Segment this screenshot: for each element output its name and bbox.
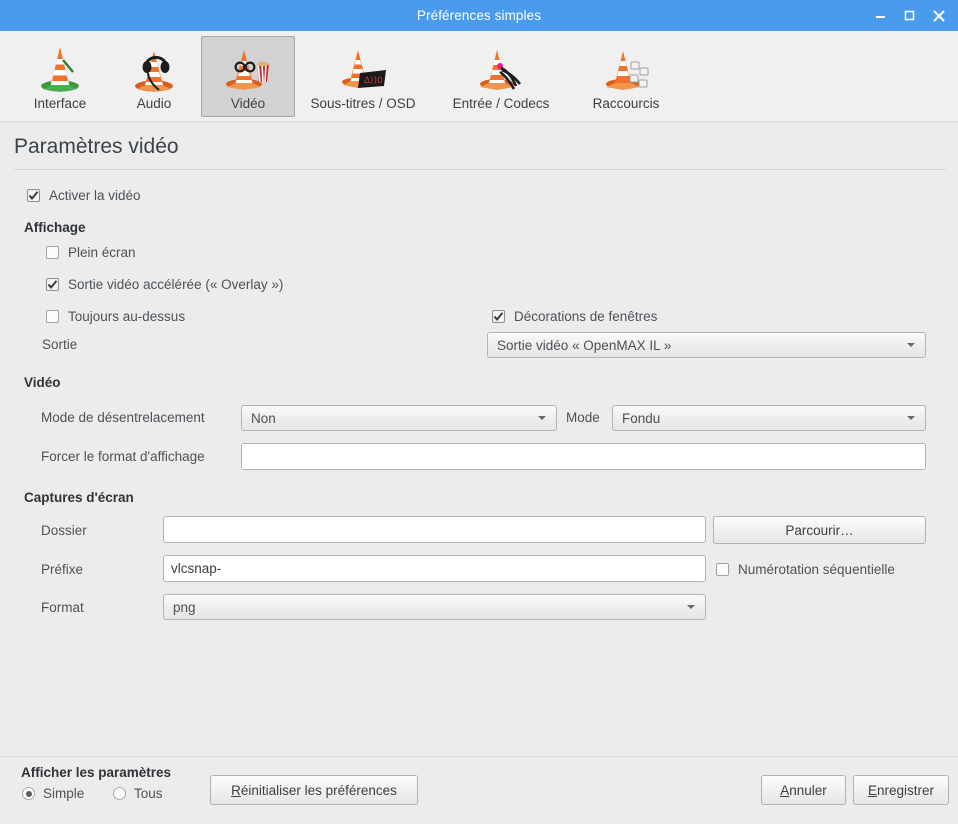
tab-label: Raccourcis [592,96,660,111]
settings-mode-simple-radio[interactable]: Simple [22,786,84,801]
vlc-cone-hotkeys-icon [597,42,655,94]
minimize-icon[interactable] [874,9,887,22]
all-label: Tous [134,786,163,801]
cancel-button[interactable]: Annuler [761,775,846,805]
tab-subtitles-osd[interactable]: ∆))0 Sous-titres / OSD [295,36,431,117]
tab-label: Interface [33,96,87,111]
vlc-cone-codecs-icon [472,42,530,94]
simple-label: Simple [43,786,85,801]
format-label: Format [41,600,84,615]
svg-text:∆))0: ∆))0 [363,76,383,86]
tab-label: Audio [136,96,172,111]
output-label: Sortie [42,337,78,352]
screenshots-group-title: Captures d'écran [24,490,134,505]
chevron-down-icon [907,343,915,347]
checkbox-box[interactable] [46,278,59,291]
radio-button[interactable] [22,787,35,800]
chevron-down-icon [687,605,695,609]
window-titlebar: Préférences simples [0,0,958,31]
chevron-down-icon [538,416,546,420]
deinterlace-mode-select[interactable]: Fondu [612,405,926,431]
vlc-cone-subtitles-icon: ∆))0 [334,42,392,94]
window-controls [874,9,958,22]
reset-accel-char: R [231,782,241,798]
tab-hotkeys[interactable]: Raccourcis [571,36,681,117]
window-decorations-label: Décorations de fenêtres [514,309,658,324]
sequential-numbering-checkbox[interactable]: Numérotation séquentielle [716,555,895,583]
check-icon [493,312,504,321]
video-output-value: Sortie vidéo « OpenMAX IL » [497,337,672,353]
overlay-checkbox[interactable]: Sortie vidéo accélérée (« Overlay ») [46,277,283,292]
enable-video-checkbox[interactable]: Activer la vidéo [27,188,141,203]
checkbox-box[interactable] [46,310,59,323]
maximize-icon[interactable] [903,9,916,22]
close-icon[interactable] [932,9,945,22]
deinterlace-mode-value: Fondu [622,410,661,426]
video-output-select[interactable]: Sortie vidéo « OpenMAX IL » [487,332,926,358]
cancel-accel-char: A [780,782,790,798]
screenshot-folder-input[interactable] [163,516,706,543]
tab-label: Sous-titres / OSD [310,96,416,111]
check-icon [28,191,39,200]
deinterlace-value: Non [251,410,276,426]
settings-mode-all-radio[interactable]: Tous [113,786,163,801]
radio-dot [25,790,32,797]
deinterlace-mode-label: Mode [566,410,600,425]
browse-label: Parcourir… [785,522,854,538]
aspect-ratio-label: Forcer le format d'affichage [41,449,205,464]
reset-preferences-button[interactable]: Réinitialiser les préférences [210,775,418,805]
video-group-title: Vidéo [24,375,61,390]
vlc-cone-interface-icon [31,42,89,94]
checkbox-box[interactable] [27,189,40,202]
reset-label-rest: éinitialiser les préférences [240,782,397,798]
screenshot-format-select[interactable]: png [163,594,706,620]
always-on-top-checkbox[interactable]: Toujours au-dessus [46,309,185,324]
screenshot-prefix-input[interactable]: vlcsnap- [163,555,706,582]
check-icon [47,280,58,289]
show-settings-label: Afficher les paramètres [21,765,172,780]
display-group-title: Affichage [24,220,86,235]
tab-input-codecs[interactable]: Entrée / Codecs [431,36,571,117]
chevron-down-icon [907,416,915,420]
video-settings-panel: Activer la vidéo Affichage Plein écran S… [0,170,958,755]
fullscreen-label: Plein écran [68,245,136,260]
screenshot-prefix-value: vlcsnap- [171,561,222,576]
checkbox-box[interactable] [46,246,59,259]
fullscreen-checkbox[interactable]: Plein écran [46,245,136,260]
deinterlace-select[interactable]: Non [241,405,557,431]
aspect-ratio-input[interactable] [241,443,926,470]
browse-button[interactable]: Parcourir… [713,516,926,544]
vlc-cone-headphones-icon [125,42,183,94]
prefix-label: Préfixe [41,562,84,577]
tab-interface[interactable]: Interface [13,36,107,117]
deinterlace-label: Mode de désentrelacement [41,410,205,425]
vlc-cone-video-icon [219,42,277,94]
window-title: Préférences simples [416,8,542,23]
screenshot-format-value: png [173,599,196,615]
tab-video[interactable]: Vidéo [201,36,295,117]
dialog-footer: Afficher les paramètres Simple Tous Réin… [0,756,958,824]
preferences-toolbar: Interface Audio Vidéo ∆))0 Sous-titres /… [0,31,958,122]
save-button[interactable]: Enregistrer [853,775,949,805]
always-on-top-label: Toujours au-dessus [68,309,186,324]
save-accel-char: E [867,782,877,798]
tab-label: Vidéo [230,96,266,111]
folder-label: Dossier [41,523,87,538]
checkbox-box[interactable] [716,562,729,576]
tab-audio[interactable]: Audio [107,36,201,117]
tab-label: Entrée / Codecs [452,96,550,111]
overlay-label: Sortie vidéo accélérée (« Overlay ») [68,277,284,292]
page-title: Paramètres vidéo [14,135,179,158]
enable-video-label: Activer la vidéo [49,188,141,203]
sequential-numbering-label: Numérotation séquentielle [738,561,895,577]
radio-button[interactable] [113,787,126,800]
checkbox-box[interactable] [492,310,505,323]
save-label-rest: nregistrer [876,782,935,798]
cancel-label-rest: nnuler [789,782,827,798]
window-decorations-checkbox[interactable]: Décorations de fenêtres [492,309,657,324]
